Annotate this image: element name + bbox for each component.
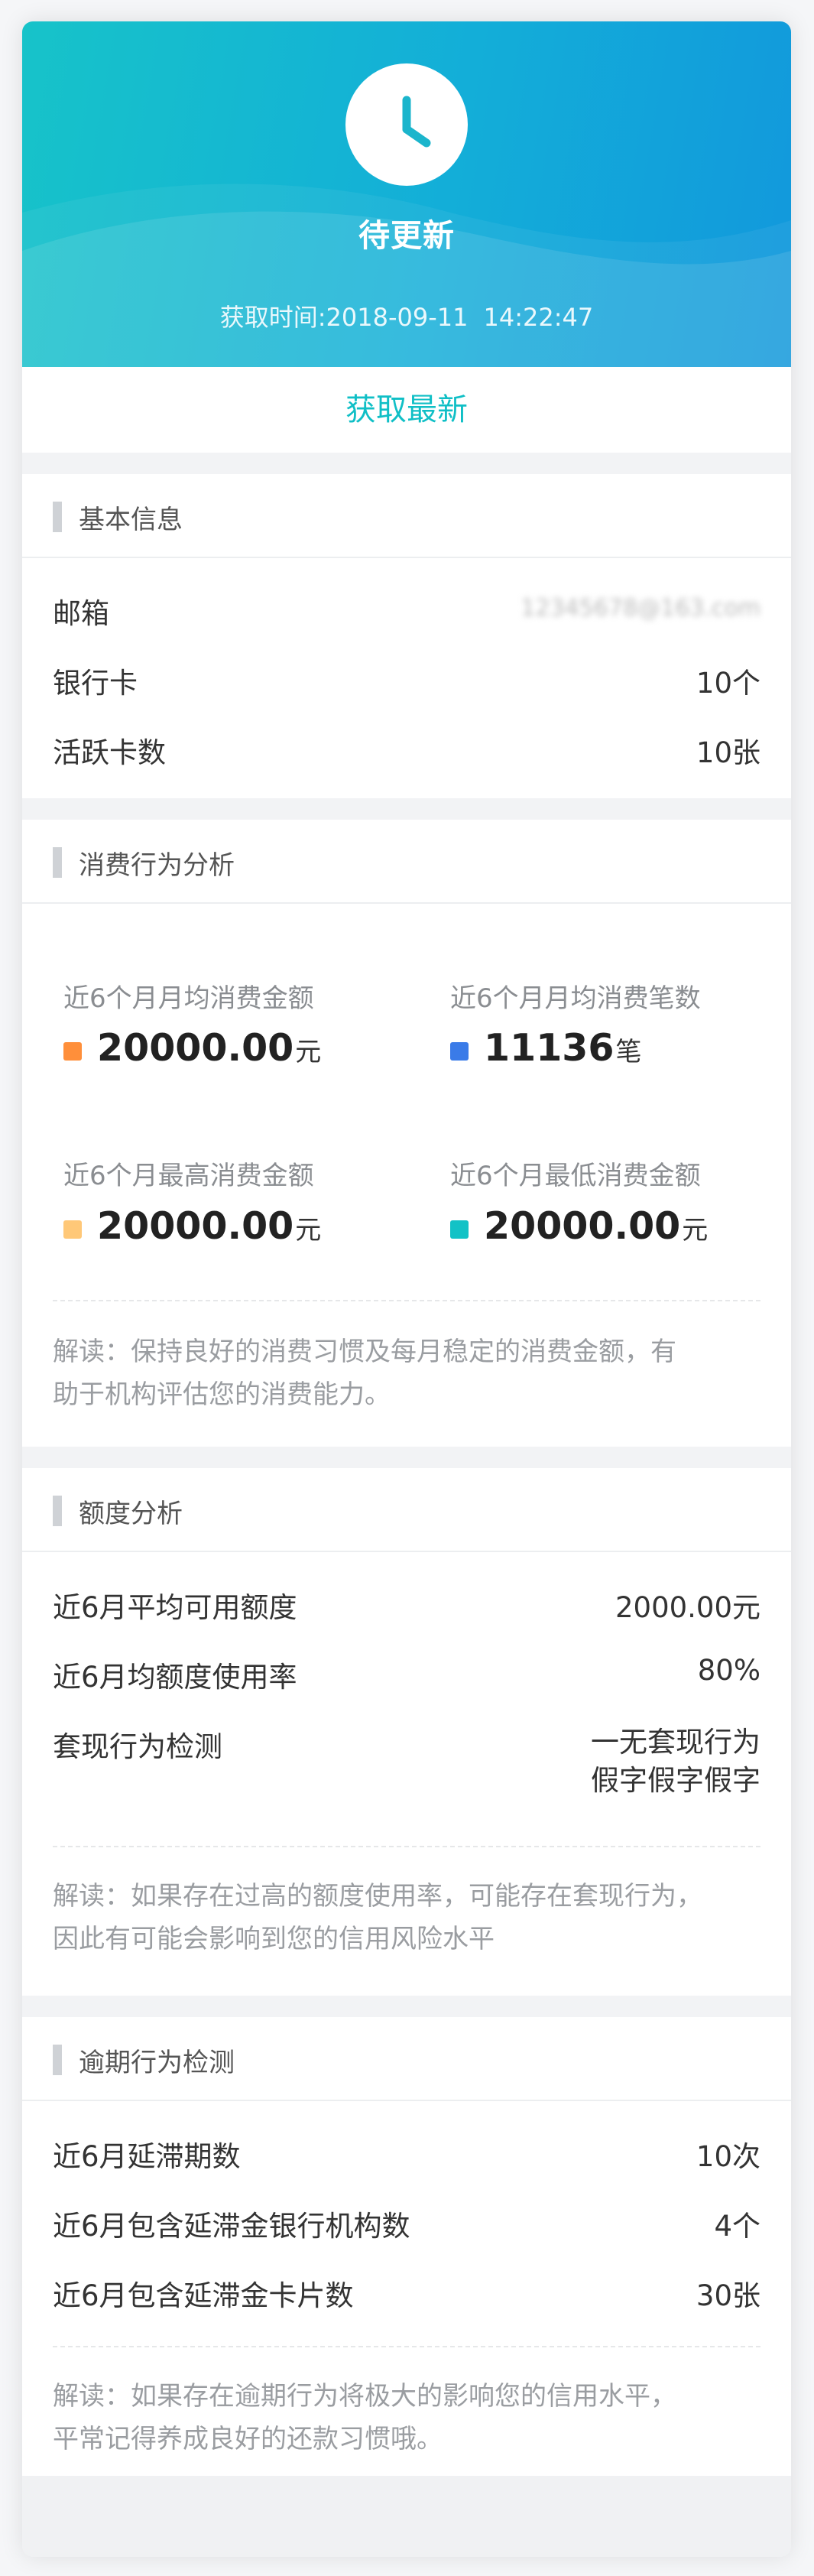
section-header: 额度分析: [22, 1468, 791, 1552]
limit-row-cashout-check: 套现行为检测 一无套现行为 假字假字假字: [53, 1723, 760, 1800]
consumption-section: 消费行为分析 近6个月月均消费金额 20000.00元 近6个月月均消费笔数 1…: [22, 820, 791, 1447]
fetch-date: 2018-09-11: [326, 303, 469, 332]
row-value: 4个: [714, 2210, 760, 2243]
limit-row-available: 近6月平均可用额度 2000.00元: [53, 1584, 760, 1624]
section-header: 基本信息: [22, 474, 791, 558]
stat-value: 20000.00元: [97, 1204, 322, 1248]
legend-dot: [450, 1220, 469, 1239]
row-label: 邮箱: [53, 597, 109, 630]
section-marker: [53, 1496, 62, 1526]
refresh-button[interactable]: 获取最新: [22, 367, 791, 453]
row-label: 近6月平均可用额度: [53, 1591, 297, 1624]
divider: [53, 1300, 760, 1301]
row-label: 套现行为检测: [53, 1730, 222, 1763]
row-value: 10张: [696, 736, 760, 769]
legend-dot: [63, 1220, 82, 1239]
limit-section: 额度分析 近6月平均可用额度 2000.00元 近6月均额度使用率 80% 套现…: [22, 1468, 791, 1996]
row-value: 10个: [696, 667, 760, 700]
row-label: 活跃卡数: [53, 736, 166, 769]
section-marker: [53, 2045, 62, 2075]
row-value: 12345678@163.com: [521, 595, 760, 622]
clock-icon: [345, 63, 468, 186]
interpretation-note: 解读：保持良好的消费习惯及每月稳定的消费金额，有 助于机构评估您的消费能力。: [53, 1337, 676, 1410]
section-marker: [53, 502, 62, 532]
divider: [53, 2346, 760, 2347]
row-label: 近6月包含延滞金卡片数: [53, 2279, 354, 2312]
row-value: 2000.00元: [615, 1591, 760, 1624]
legend-dot: [450, 1042, 469, 1061]
limit-row-usage-rate: 近6月均额度使用率 80%: [53, 1654, 760, 1694]
section-title: 额度分析: [79, 1499, 183, 1529]
report-card: 待更新 获取时间:2018-09-11 14:22:47 获取最新 基本信息 邮箱…: [22, 21, 791, 2557]
section-header: 逾期行为检测: [22, 2017, 791, 2101]
row-value: 30张: [696, 2279, 760, 2312]
stat-label: 近6个月最高消费金额: [63, 1161, 314, 1191]
section-marker: [53, 847, 62, 878]
overdue-row-cards: 近6月包含延滞金卡片数 30张: [53, 2272, 760, 2312]
row-label: 银行卡: [53, 667, 138, 700]
interpretation-note: 解读：如果存在过高的额度使用率，可能存在套现行为， 因此有可能会影响到您的信用风…: [53, 1881, 702, 1954]
section-title: 消费行为分析: [79, 850, 235, 881]
section-title: 基本信息: [79, 505, 183, 535]
divider: [53, 1846, 760, 1847]
status-header: 待更新 获取时间:2018-09-11 14:22:47: [22, 21, 791, 367]
status-title: 待更新: [358, 217, 455, 254]
section-header: 消费行为分析: [22, 820, 791, 904]
section-title: 逾期行为检测: [79, 2048, 235, 2078]
overdue-section: 逾期行为检测 近6月延滞期数 10次 近6月包含延滞金银行机构数 4个 近6月包…: [22, 2017, 791, 2476]
stat-label: 近6个月最低消费金额: [450, 1161, 701, 1191]
info-row-active-cards: 活跃卡数 10张: [53, 729, 760, 769]
basic-info-section: 基本信息 邮箱 12345678@163.com 银行卡 10个 活跃卡数 10…: [22, 474, 791, 798]
stat-value: 20000.00元: [97, 1026, 322, 1070]
fetch-time-label: 获取时间:: [219, 303, 326, 332]
row-label: 近6月延滞期数: [53, 2140, 241, 2173]
info-row-email: 邮箱 12345678@163.com: [53, 590, 760, 630]
info-row-bank-card: 银行卡 10个: [53, 660, 760, 700]
stat-label: 近6个月月均消费金额: [63, 983, 314, 1014]
legend-dot: [63, 1042, 82, 1061]
row-value: 80%: [697, 1654, 760, 1687]
overdue-row-periods: 近6月延滞期数 10次: [53, 2133, 760, 2173]
overdue-row-banks: 近6月包含延滞金银行机构数 4个: [53, 2203, 760, 2243]
row-value: 一无套现行为 假字假字假字: [591, 1726, 760, 1797]
fetch-time: 获取时间:2018-09-11 14:22:47: [22, 298, 791, 333]
stat-value: 20000.00元: [484, 1204, 709, 1248]
fetch-clock: 14:22:47: [483, 303, 594, 332]
row-label: 近6月包含延滞金银行机构数: [53, 2210, 410, 2243]
interpretation-note: 解读：如果存在逾期行为将极大的影响您的信用水平， 平常记得养成良好的还款习惯哦。: [53, 2381, 676, 2454]
row-label: 近6月均额度使用率: [53, 1661, 297, 1694]
stat-label: 近6个月月均消费笔数: [450, 983, 701, 1014]
row-value: 10次: [696, 2140, 760, 2173]
stat-value: 11136笔: [484, 1026, 642, 1070]
bottom-padding: [22, 2476, 791, 2557]
